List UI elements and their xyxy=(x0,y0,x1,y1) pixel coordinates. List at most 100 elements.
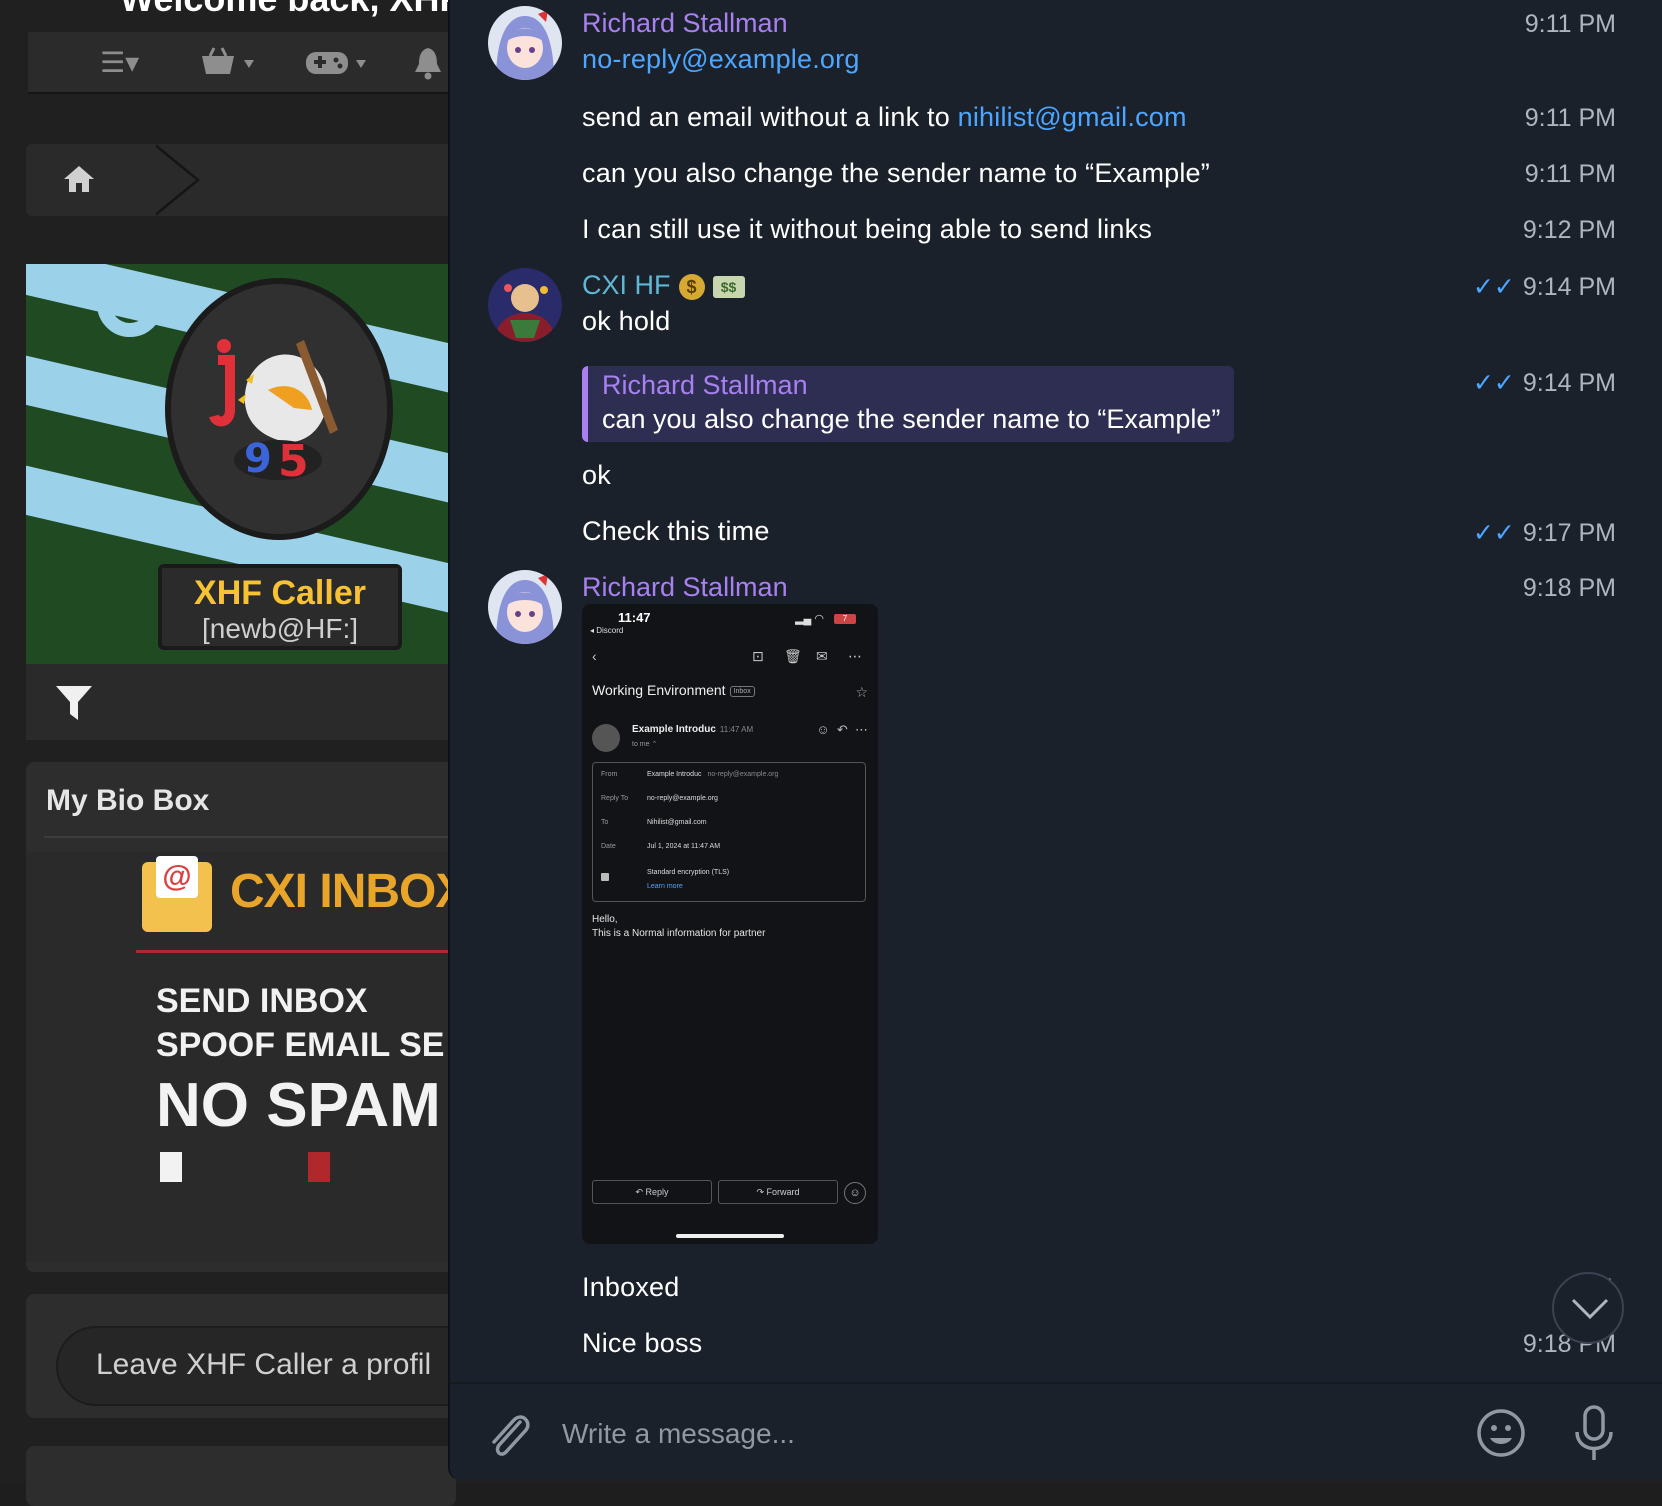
dollar-bill-icon: $$ xyxy=(712,275,745,298)
more-icon: ⋯ xyxy=(855,722,868,737)
message-link[interactable]: no-reply@example.org xyxy=(582,44,860,75)
chevron-down-icon xyxy=(1571,1298,1609,1320)
learn-more-link: Learn more xyxy=(647,883,683,890)
bio-image-line1: SEND INBOX xyxy=(156,982,368,1020)
avatar-richard-stallman[interactable] xyxy=(488,570,562,644)
message-time: 9:18 PM xyxy=(1522,574,1616,602)
message-text: Inboxed xyxy=(582,1272,680,1302)
reply-quote-sender: Richard Stallman xyxy=(602,370,808,400)
filter-bar xyxy=(26,664,456,740)
mail-body-line1: Hello, xyxy=(592,914,618,925)
profile-username: XHF Caller xyxy=(194,574,366,612)
paperclip-icon[interactable] xyxy=(486,1406,534,1462)
message-text: I can still use it without being able to… xyxy=(582,214,1153,244)
microphone-icon[interactable] xyxy=(1572,1404,1616,1462)
detail-reply-to: Reply To no-reply@example.org xyxy=(601,795,718,802)
profile-emblem-image: 9 5 xyxy=(209,339,338,487)
message-sender[interactable]: CXI HF $ $$ xyxy=(582,270,745,301)
bell-icon[interactable] xyxy=(412,46,444,87)
message-time: 9:11 PM xyxy=(1524,160,1616,188)
back-chevron-icon: ‹ xyxy=(592,648,597,664)
detail-value: no-reply@example.org xyxy=(647,795,718,802)
bio-image-line3: NO SPAM xyxy=(156,1071,441,1140)
message-text: Check this time xyxy=(582,516,770,546)
reply-quote-text: can you also change the sender name to “… xyxy=(602,404,1221,434)
menu-icon[interactable]: ☰▾ xyxy=(100,46,139,79)
mail-reply-button: ↶ Reply xyxy=(592,1180,712,1204)
filter-icon[interactable] xyxy=(54,682,94,724)
more-icon: ⋯ xyxy=(848,648,862,664)
mail-forward-button: ↷ Forward xyxy=(718,1180,838,1204)
sender-avatar-icon xyxy=(592,724,620,752)
message-time: ✓✓ 9:14 PM xyxy=(1473,368,1616,398)
detail-value: Example Introduc xyxy=(647,771,702,778)
detail-label: Date xyxy=(601,843,616,850)
mail-from-time: 11:47 AM xyxy=(719,725,754,734)
message-text-body: send an email without a link to xyxy=(582,102,958,132)
avatar-richard-stallman[interactable] xyxy=(488,6,562,80)
mail-body-line2: This is a Normal information for partner xyxy=(592,928,766,939)
emoji-react-icon: ☺ xyxy=(844,1182,866,1204)
avatar-cxi-hf[interactable] xyxy=(488,268,562,342)
emoji-icon[interactable] xyxy=(1476,1408,1526,1458)
emoji-react-icon: ☺ xyxy=(816,722,830,737)
mail-actions: ☺ ↶ ⋯ xyxy=(816,722,868,738)
phone-status-time: 11:47 xyxy=(618,610,651,625)
bio-box: My Bio Box @ CXI INBOX SEND INBOX SPOOF … xyxy=(26,762,464,1272)
money-bag-icon: $ xyxy=(678,273,705,300)
detail-value: Jul 1, 2024 at 11:47 AM xyxy=(647,843,721,850)
profile-comment-placeholder: Leave XHF Caller a profil xyxy=(96,1348,432,1381)
bio-image-line2: SPOOF EMAIL SE xyxy=(156,1026,445,1064)
message-text: ok hold xyxy=(582,306,671,336)
profile-rank: [newb@HF:] xyxy=(201,613,359,644)
detail-date: Date Jul 1, 2024 at 11:47 AM xyxy=(601,843,720,850)
message-composer xyxy=(450,1382,1662,1480)
mail-subject: Working Environment Inbox xyxy=(592,682,755,698)
mark-unread-icon: ✉ xyxy=(816,648,828,664)
bio-box-divider xyxy=(44,836,464,838)
home-icon[interactable] xyxy=(62,164,96,194)
mail-tag: Inbox xyxy=(729,685,755,697)
message-sender[interactable]: Richard Stallman xyxy=(582,572,788,603)
message-time: 9:11 PM xyxy=(1524,104,1616,132)
profile-comment-box: Leave XHF Caller a profil xyxy=(26,1294,516,1418)
reply-icon: ↶ xyxy=(836,722,848,737)
message-sender[interactable]: Richard Stallman xyxy=(582,8,788,39)
archive-icon: ⊡ xyxy=(752,648,764,664)
breadcrumb xyxy=(26,144,456,216)
breadcrumb-separator-inner xyxy=(152,144,196,216)
detail-from: From Example Introduc no-reply@example.org xyxy=(601,771,778,778)
wifi-signal-icon: ▂▄ ◠ xyxy=(795,613,824,625)
phone-back-to-app: ◂ Discord xyxy=(590,626,624,635)
message-time-value: 9:14 PM xyxy=(1522,369,1616,397)
message-input[interactable] xyxy=(562,1406,1382,1462)
message-email-link[interactable]: nihilist@gmail.com xyxy=(958,102,1187,132)
message-text: ok xyxy=(582,460,611,490)
mail-from-name: Example Introduc xyxy=(632,724,716,735)
message-time: ✓✓ 9:17 PM xyxy=(1473,518,1616,548)
message-time-value: 9:17 PM xyxy=(1522,519,1616,547)
mail-details-box: From Example Introduc no-reply@example.org… xyxy=(592,762,866,902)
svg-text:5: 5 xyxy=(278,436,309,487)
detail-label: From xyxy=(601,771,618,778)
profile-next-box xyxy=(26,1446,456,1506)
double-check-icon: ✓✓ xyxy=(1472,273,1515,301)
reply-quote[interactable]: Richard Stallman can you also change the… xyxy=(582,366,1234,442)
message-time: ✓✓ 9:14 PM xyxy=(1473,272,1616,302)
trash-icon: 🗑 xyxy=(784,648,802,664)
message-time: 9:11 PM xyxy=(1524,10,1616,38)
sender-name: CXI HF xyxy=(582,270,671,300)
mail-to-me: to me ⌃ xyxy=(632,741,658,748)
message-text: Nice boss xyxy=(582,1328,703,1358)
forum-navbar: ☰▾ xyxy=(28,32,458,94)
detail-value: Nihilist@gmail.com xyxy=(647,819,707,826)
bio-box-title: My Bio Box xyxy=(46,784,210,817)
detail-label: To xyxy=(601,819,609,826)
gamepad-icon[interactable] xyxy=(304,46,374,85)
shop-icon[interactable] xyxy=(198,46,262,85)
message-time: 9:12 PM xyxy=(1522,216,1616,244)
star-icon: ☆ xyxy=(855,684,868,700)
scroll-to-bottom-button[interactable] xyxy=(1552,1272,1624,1344)
image-attachment[interactable]: 11:47 ◂ Discord ▂▄ ◠ 7 ‹ ⊡ 🗑 ✉ ⋯ Working… xyxy=(582,604,878,1244)
home-indicator xyxy=(676,1234,784,1238)
